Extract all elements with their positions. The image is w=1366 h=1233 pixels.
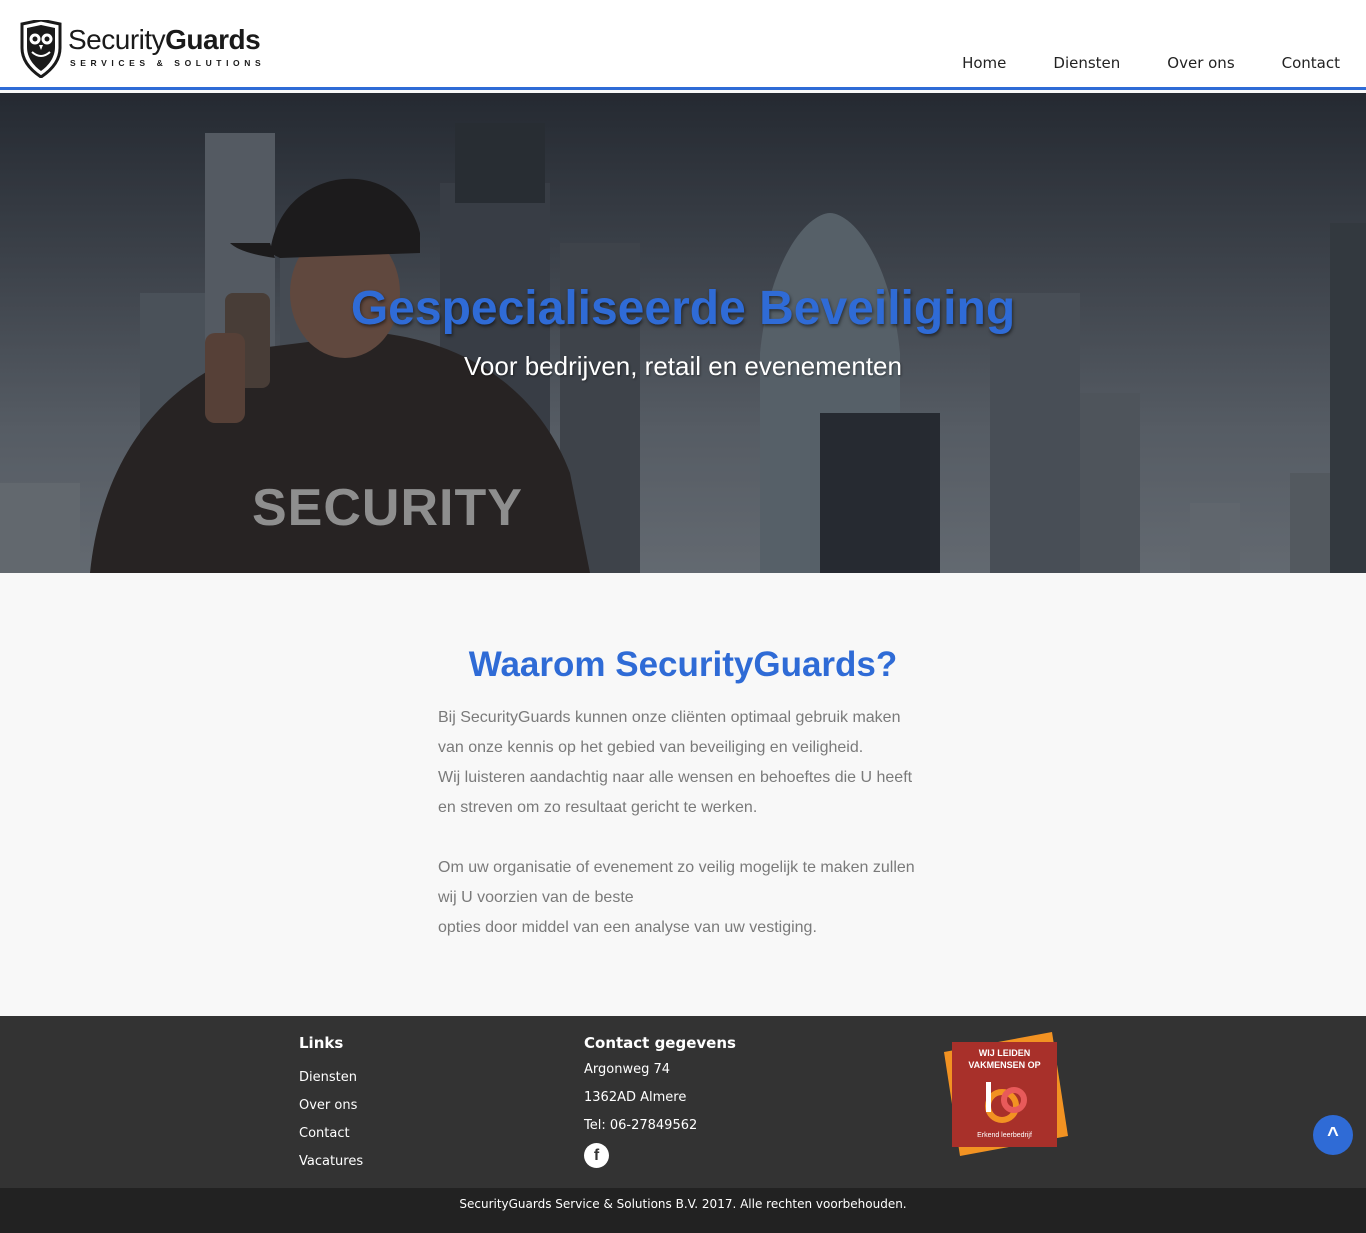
- footer-link-over-ons[interactable]: Over ons: [299, 1098, 357, 1113]
- why-body: Bij SecurityGuards kunnen onze cliënten …: [438, 703, 938, 943]
- footer-link-contact[interactable]: Contact: [299, 1126, 350, 1141]
- why-line: Wij luisteren aandachtig naar alle wense…: [438, 769, 913, 786]
- why-section: Waarom SecurityGuards? Bij SecurityGuard…: [0, 573, 1366, 1016]
- why-line: van onze kennis op het gebied van beveil…: [438, 739, 864, 756]
- why-line: en streven om zo resultaat gericht te we…: [438, 799, 758, 816]
- why-line-blank: [438, 823, 938, 853]
- nav-over-ons[interactable]: Over ons: [1167, 54, 1234, 72]
- footer-postal: 1362AD Almere: [584, 1090, 687, 1105]
- why-line: Om uw organisatie of evenement zo veilig…: [438, 859, 915, 876]
- nav-diensten[interactable]: Diensten: [1053, 54, 1120, 72]
- owl-shield-icon: [20, 20, 62, 78]
- footer-link-vacatures[interactable]: Vacatures: [299, 1154, 363, 1169]
- erkend-leerbedrijf-badge: WIJ LEIDEN VAKMENSEN OP Erkend leerbedri…: [940, 1032, 1070, 1162]
- why-line: opties door middel van een analyse van u…: [438, 919, 817, 936]
- badge-line1: WIJ LEIDEN: [978, 1048, 1031, 1058]
- copyright-bar: SecurityGuards Service & Solutions B.V. …: [0, 1188, 1366, 1233]
- badge-footer: Erkend leerbedrijf: [977, 1132, 1032, 1139]
- jacket-text: SECURITY: [252, 479, 523, 537]
- badge-line2: VAKMENSEN OP: [968, 1060, 1041, 1070]
- main-nav: Home Diensten Over ons Contact: [915, 54, 1340, 72]
- logo-wordmark: SecurityGuards: [68, 24, 261, 55]
- site-header: SecurityGuards SERVICES & SOLUTIONS Home…: [0, 0, 1366, 90]
- why-line: wij U voorzien van de beste: [438, 889, 634, 906]
- why-line: Bij SecurityGuards kunnen onze cliënten …: [438, 709, 901, 726]
- nav-home[interactable]: Home: [962, 54, 1006, 72]
- hero-title: Gespecialiseerde Beveiliging: [350, 282, 1016, 335]
- footer-phone: Tel: 06-27849562: [584, 1118, 698, 1133]
- facebook-icon[interactable]: f: [584, 1143, 609, 1168]
- why-title: Waarom SecurityGuards?: [468, 645, 898, 684]
- logo[interactable]: SecurityGuards SERVICES & SOLUTIONS: [20, 20, 290, 80]
- hero-subtitle: Voor bedrijven, retail en evenementen: [464, 351, 902, 381]
- footer-link-diensten[interactable]: Diensten: [299, 1070, 357, 1085]
- site-footer: Links Diensten Over ons Contact Vacature…: [0, 1016, 1366, 1188]
- hero-banner: SECURITY Gespecialiseerde Beveiliging Vo…: [0, 93, 1366, 573]
- footer-links-title: Links: [299, 1034, 344, 1052]
- footer-address: Argonweg 74: [584, 1062, 671, 1077]
- logo-tagline: SERVICES & SOLUTIONS: [70, 58, 266, 68]
- footer-contact-title: Contact gegevens: [584, 1034, 736, 1052]
- scroll-to-top-button[interactable]: ^: [1313, 1115, 1353, 1155]
- nav-contact[interactable]: Contact: [1282, 54, 1340, 72]
